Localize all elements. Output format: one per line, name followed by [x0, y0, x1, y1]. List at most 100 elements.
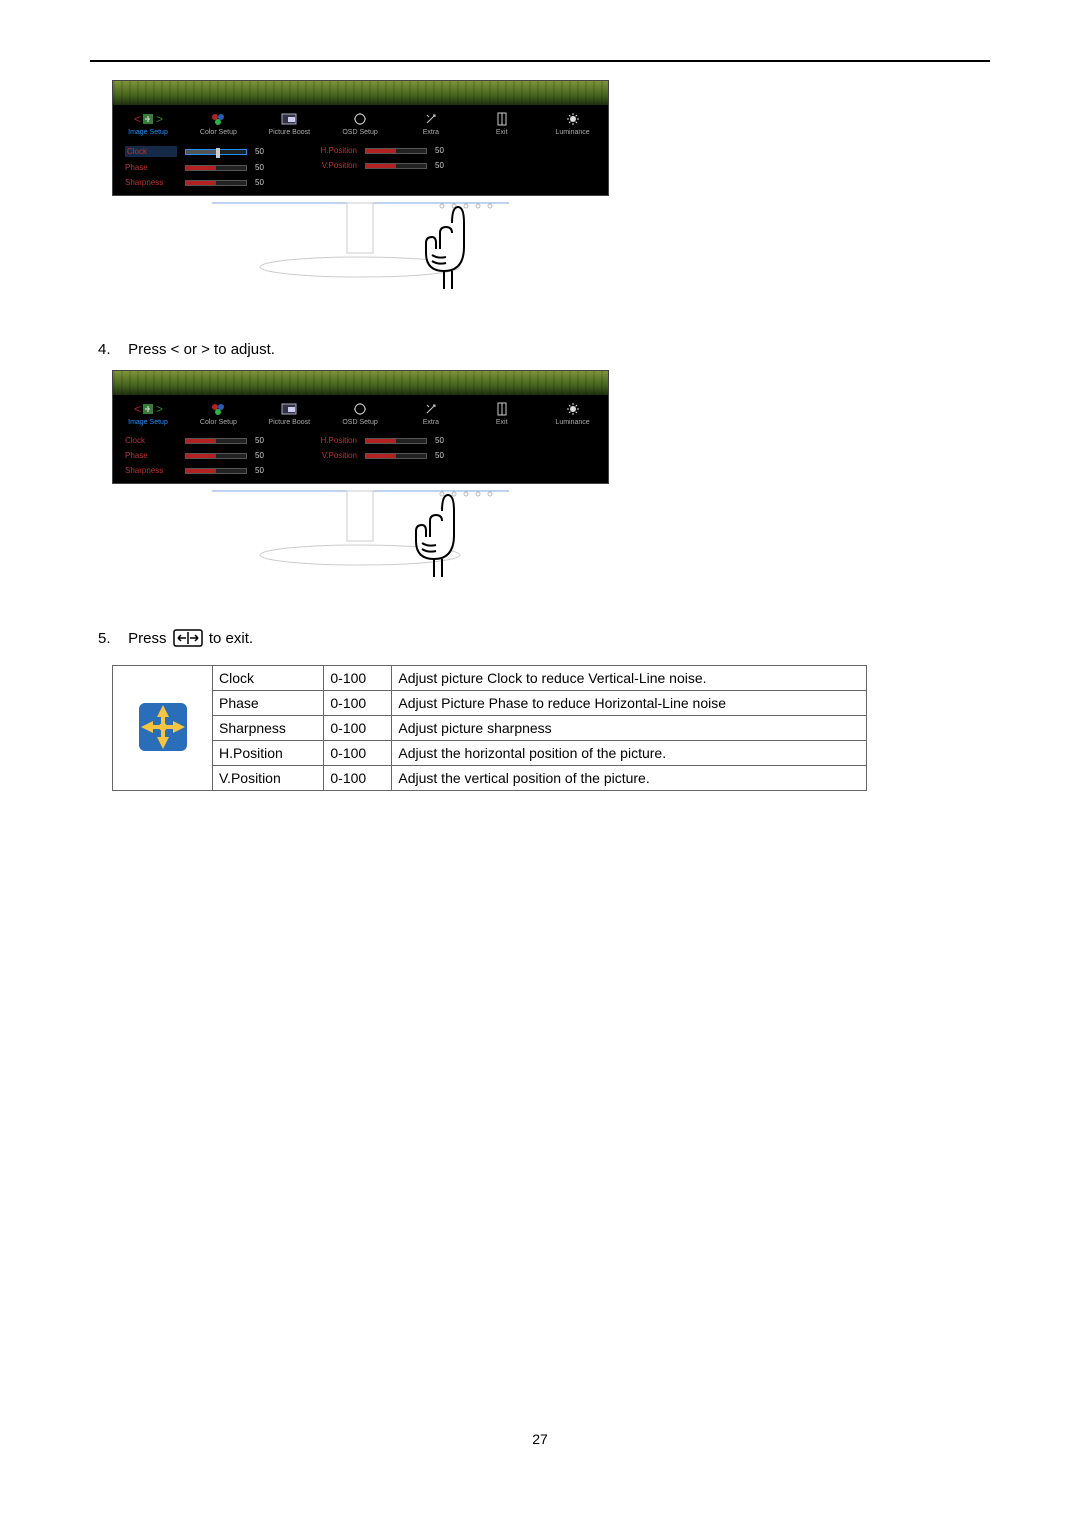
color-setup-icon — [183, 401, 254, 417]
tab-luminance[interactable]: Luminance — [537, 399, 608, 428]
setting-name: Sharpness — [213, 716, 324, 741]
tab-image-setup[interactable]: < > Image Setup — [113, 399, 183, 428]
slider-label: Sharpness — [125, 466, 177, 475]
tab-label: Luminance — [537, 419, 608, 426]
slider-value: 50 — [255, 436, 271, 445]
setting-desc: Adjust the horizontal position of the pi… — [392, 741, 867, 766]
setting-desc: Adjust picture sharpness — [392, 716, 867, 741]
tab-luminance[interactable]: Luminance — [537, 109, 608, 138]
osd-header-image — [113, 81, 608, 105]
tab-color-setup[interactable]: Color Setup — [183, 399, 254, 428]
tab-label: Picture Boost — [254, 419, 325, 426]
extra-icon — [395, 401, 466, 417]
svg-text:>: > — [156, 112, 163, 126]
move-arrows-icon — [133, 697, 193, 757]
slider-clock[interactable]: Clock 50 — [125, 146, 271, 157]
instruction-step-4: 4. Press < or > to adjust. — [98, 341, 990, 358]
slider-value: 50 — [255, 163, 271, 172]
tab-picture-boost[interactable]: Picture Boost — [254, 399, 325, 428]
luminance-icon — [537, 111, 608, 127]
slider-hposition[interactable]: H.Position 50 — [301, 146, 451, 155]
slider-phase[interactable]: Phase 50 — [125, 451, 271, 460]
tab-picture-boost[interactable]: Picture Boost — [254, 109, 325, 138]
osd-setup-icon — [325, 401, 396, 417]
luminance-icon — [537, 401, 608, 417]
image-setup-icon: < > — [113, 111, 183, 127]
tab-label: Color Setup — [183, 419, 254, 426]
svg-text:<: < — [134, 402, 141, 416]
slider-phase[interactable]: Phase 50 — [125, 163, 271, 172]
tab-image-setup[interactable]: < > Image Setup — [113, 109, 183, 138]
slider-label: H.Position — [301, 436, 357, 445]
tab-label: Extra — [395, 419, 466, 426]
slider-label: Clock — [125, 146, 177, 157]
image-setup-icon: < > — [113, 401, 183, 417]
tab-label: OSD Setup — [325, 129, 396, 136]
setting-desc: Adjust picture Clock to reduce Vertical-… — [392, 666, 867, 691]
tab-extra[interactable]: Extra — [395, 399, 466, 428]
slider-label: H.Position — [301, 146, 357, 155]
tab-label: Picture Boost — [254, 129, 325, 136]
step-text: to exit. — [209, 630, 253, 647]
slider-sharpness[interactable]: Sharpness 50 — [125, 178, 271, 187]
slider-label: V.Position — [301, 451, 357, 460]
picture-boost-icon — [254, 401, 325, 417]
slider-value: 50 — [435, 146, 451, 155]
setting-desc: Adjust the vertical position of the pict… — [392, 766, 867, 791]
picture-boost-icon — [254, 111, 325, 127]
tab-label: Extra — [395, 129, 466, 136]
tab-osd-setup[interactable]: OSD Setup — [325, 399, 396, 428]
instruction-step-5: 5. Press to exit. — [98, 629, 990, 651]
monitor-stand-illustration — [112, 195, 609, 305]
tab-exit[interactable]: Exit — [466, 109, 537, 138]
slider-value: 50 — [435, 161, 451, 170]
tab-label: OSD Setup — [325, 419, 396, 426]
slider-label: Phase — [125, 163, 177, 172]
slider-clock[interactable]: Clock 50 — [125, 436, 271, 445]
step-number: 4. — [98, 341, 124, 358]
tab-osd-setup[interactable]: OSD Setup — [325, 109, 396, 138]
tab-color-setup[interactable]: Color Setup — [183, 109, 254, 138]
image-setup-settings-table: Clock 0-100 Adjust picture Clock to redu… — [112, 665, 867, 791]
exit-icon — [466, 401, 537, 417]
slider-label: Clock — [125, 436, 177, 445]
setting-name: Clock — [213, 666, 324, 691]
tab-label: Image Setup — [113, 419, 183, 426]
tab-label: Exit — [466, 129, 537, 136]
extra-icon — [395, 111, 466, 127]
slider-value: 50 — [255, 451, 271, 460]
setting-name: V.Position — [213, 766, 324, 791]
slider-vposition[interactable]: V.Position 50 — [301, 451, 451, 460]
setting-name: Phase — [213, 691, 324, 716]
tab-label: Image Setup — [113, 129, 183, 136]
slider-label: Phase — [125, 451, 177, 460]
tab-label: Color Setup — [183, 129, 254, 136]
step-text: Press < or > to adjust. — [128, 341, 275, 358]
tab-exit[interactable]: Exit — [466, 399, 537, 428]
slider-hposition[interactable]: H.Position 50 — [301, 436, 451, 445]
top-rule — [90, 60, 990, 62]
slider-vposition[interactable]: V.Position 50 — [301, 161, 451, 170]
setting-range: 0-100 — [324, 666, 392, 691]
monitor-stand-illustration — [112, 483, 609, 593]
slider-label: V.Position — [301, 161, 357, 170]
step-text: Press — [128, 630, 171, 647]
slider-value: 50 — [435, 436, 451, 445]
osd-screenshot-2: < > Image Setup Color Setup Picture Boos… — [112, 370, 609, 593]
page-number: 27 — [90, 1431, 990, 1447]
osd-tab-bar: < > Image Setup Color Setup Picture Boos… — [113, 395, 608, 432]
image-setup-icon-cell — [113, 666, 213, 791]
setting-range: 0-100 — [324, 766, 392, 791]
svg-text:<: < — [134, 112, 141, 126]
tab-extra[interactable]: Extra — [395, 109, 466, 138]
setting-range: 0-100 — [324, 691, 392, 716]
slider-sharpness[interactable]: Sharpness 50 — [125, 466, 271, 475]
slider-value: 50 — [255, 147, 271, 156]
slider-label: Sharpness — [125, 178, 177, 187]
osd-header-image — [113, 371, 608, 395]
step-number: 5. — [98, 630, 124, 647]
osd-screenshot-1: < > Image Setup Color Setup Pict — [112, 80, 609, 305]
setting-name: H.Position — [213, 741, 324, 766]
setting-range: 0-100 — [324, 741, 392, 766]
tab-label: Luminance — [537, 129, 608, 136]
